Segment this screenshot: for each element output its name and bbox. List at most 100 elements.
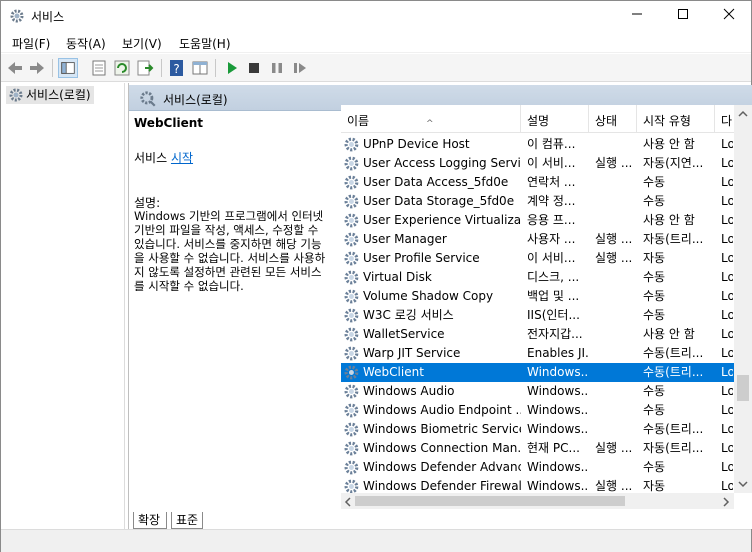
vertical-scroll-thumb[interactable] — [737, 375, 749, 401]
column-name[interactable]: ^ 이름 — [341, 105, 521, 133]
tree-node-label: 서비스(로컬) — [26, 88, 91, 102]
cell-status — [595, 382, 637, 401]
close-icon — [723, 8, 735, 20]
pane-header-title: 서비스(로컬) — [163, 93, 228, 107]
cell-status: 실행 ... — [595, 156, 633, 170]
scroll-left-icon[interactable] — [344, 497, 352, 507]
table-row[interactable]: Windows Audio Endpoint ... Windows... 수동 Lo — [341, 401, 752, 420]
table-row[interactable]: Windows Biometric Service Windows... 수동(트리… — [341, 420, 752, 439]
cell-logon-as: Lo — [721, 175, 733, 189]
cell-name: Windows Biometric Service — [363, 422, 521, 436]
service-gear-icon — [344, 175, 359, 190]
title-bar[interactable]: 서비스 — [1, 1, 751, 31]
console-tree-icon[interactable] — [58, 58, 78, 78]
cell-startup-type: 사용 안 함 — [643, 327, 695, 341]
table-row[interactable]: UPnP Device Host 이 컴퓨... 사용 안 함 Lo — [341, 135, 752, 154]
details-pane: 서비스(로컬) WebClient 서비스 시작 설명: Windows 기반의… — [128, 83, 752, 529]
description-text: Windows 기반의 프로그램에서 인터넷 기반의 파일을 작성, 액세스, … — [134, 209, 326, 293]
table-row[interactable]: User Experience Virtualizati... 응용 프... 사용… — [341, 211, 752, 230]
vertical-scrollbar[interactable] — [734, 105, 752, 493]
cell-status: 실행 ... — [595, 441, 633, 455]
table-row[interactable]: WalletService 전자지갑... 사용 안 함 Lo — [341, 325, 752, 344]
properties-icon[interactable] — [89, 58, 109, 78]
cell-status — [595, 287, 637, 306]
column-description[interactable]: 설명 — [521, 105, 589, 133]
tree-node-services-local[interactable]: 서비스(로컬) — [6, 86, 94, 104]
scroll-up-icon[interactable] — [738, 110, 748, 118]
cell-description: 이 서비... — [527, 156, 576, 170]
cell-logon-as: Lo — [721, 460, 733, 474]
table-row[interactable]: Windows Audio Windows... 수동 Lo — [341, 382, 752, 401]
table-row[interactable]: User Profile Service 이 서비... 실행 ... 자동 Lo — [341, 249, 752, 268]
action-pane-icon[interactable] — [190, 58, 210, 78]
cell-name: User Data Storage_5fd0e — [363, 194, 515, 208]
services-gear-icon — [9, 88, 23, 102]
column-startup-type[interactable]: 시작 유형 — [637, 105, 715, 133]
restart-service-icon[interactable] — [290, 58, 310, 78]
table-row[interactable]: WebClient Windows... 수동(트리... Lo — [341, 363, 752, 382]
menu-help[interactable]: 도움말(H) — [179, 35, 231, 52]
cell-logon-as: Lo — [721, 251, 733, 265]
cell-startup-type: 수동 — [643, 403, 666, 417]
cell-status — [595, 344, 637, 363]
menu-view[interactable]: 보기(V) — [122, 35, 162, 52]
cell-logon-as: Lo — [721, 441, 733, 455]
table-row[interactable]: W3C 로깅 서비스 IIS(인터... 수동 Lo — [341, 306, 752, 325]
table-row[interactable]: User Data Access_5fd0e 연락처 ... 수동 Lo — [341, 173, 752, 192]
cell-name: Windows Audio Endpoint ... — [363, 403, 521, 417]
minimize-button[interactable] — [614, 1, 660, 31]
cell-status — [595, 268, 637, 287]
close-button[interactable] — [706, 1, 752, 31]
toolbar-separator — [215, 59, 216, 77]
scroll-right-icon[interactable] — [722, 497, 730, 507]
view-tabs: 확장 표준 — [129, 509, 752, 529]
cell-startup-type: 수동 — [643, 308, 666, 322]
start-service-link[interactable]: 시작 — [171, 151, 193, 165]
back-arrow-icon[interactable] — [5, 58, 25, 78]
column-status[interactable]: 상태 — [589, 105, 637, 133]
scroll-down-icon[interactable] — [738, 480, 748, 488]
service-gear-icon — [344, 365, 359, 380]
table-row[interactable]: Volume Shadow Copy 백업 및 ... 수동 Lo — [341, 287, 752, 306]
table-row[interactable]: User Access Logging Service 이 서비... 실행 ...… — [341, 154, 752, 173]
menu-file[interactable]: 파일(F) — [12, 35, 50, 52]
tab-extended[interactable]: 확장 — [133, 512, 168, 529]
service-gear-icon — [344, 213, 359, 228]
service-gear-icon — [344, 346, 359, 361]
table-row[interactable]: User Manager 사용자 ... 실행 ... 자동(트리... Lo — [341, 230, 752, 249]
cell-name: User Manager — [363, 232, 447, 246]
table-row[interactable]: Windows Connection Man... 현재 PC... 실행 ... 자… — [341, 439, 752, 458]
pause-service-icon[interactable] — [267, 58, 287, 78]
menu-action[interactable]: 동작(A) — [66, 35, 106, 52]
export-list-icon[interactable] — [135, 58, 155, 78]
help-icon[interactable]: ? — [167, 58, 187, 78]
cell-logon-as: Lo — [721, 270, 733, 284]
horizontal-scroll-thumb[interactable] — [355, 496, 625, 506]
column-logon-as[interactable]: 다 — [715, 105, 735, 133]
search-gear-icon — [140, 91, 156, 107]
start-service-icon[interactable] — [222, 58, 242, 78]
service-description-panel: WebClient 서비스 시작 설명: Windows 기반의 프로그램에서 … — [134, 116, 334, 506]
selected-service-name: WebClient — [134, 116, 203, 130]
maximize-button[interactable] — [660, 1, 706, 31]
start-prefix: 서비스 — [134, 151, 168, 165]
refresh-icon[interactable] — [112, 58, 132, 78]
table-row[interactable]: Virtual Disk 디스크, ... 수동 Lo — [341, 268, 752, 287]
table-row[interactable]: Windows Defender Advanc... Windows... 수동 Lo — [341, 458, 752, 477]
column-header: ^ 이름 설명 상태 시작 유형 다 — [341, 105, 752, 133]
cell-startup-type: 수동 — [643, 289, 666, 303]
cell-startup-type: 수동 — [643, 460, 666, 474]
column-description-label: 설명 — [527, 114, 550, 128]
cell-name: Volume Shadow Copy — [363, 289, 494, 303]
forward-arrow-icon[interactable] — [27, 58, 47, 78]
table-row[interactable]: Warp JIT Service Enables JI... 수동(트리... Lo — [341, 344, 752, 363]
tab-standard[interactable]: 표준 — [171, 512, 204, 529]
stop-service-icon[interactable] — [244, 58, 264, 78]
cell-startup-type: 자동(지연... — [643, 156, 704, 170]
cell-status — [595, 192, 637, 211]
table-row[interactable]: User Data Storage_5fd0e 계약 정... 수동 Lo — [341, 192, 752, 211]
cell-name: UPnP Device Host — [363, 137, 470, 151]
service-gear-icon — [344, 194, 359, 209]
horizontal-scrollbar[interactable] — [341, 493, 734, 510]
service-gear-icon — [344, 156, 359, 171]
